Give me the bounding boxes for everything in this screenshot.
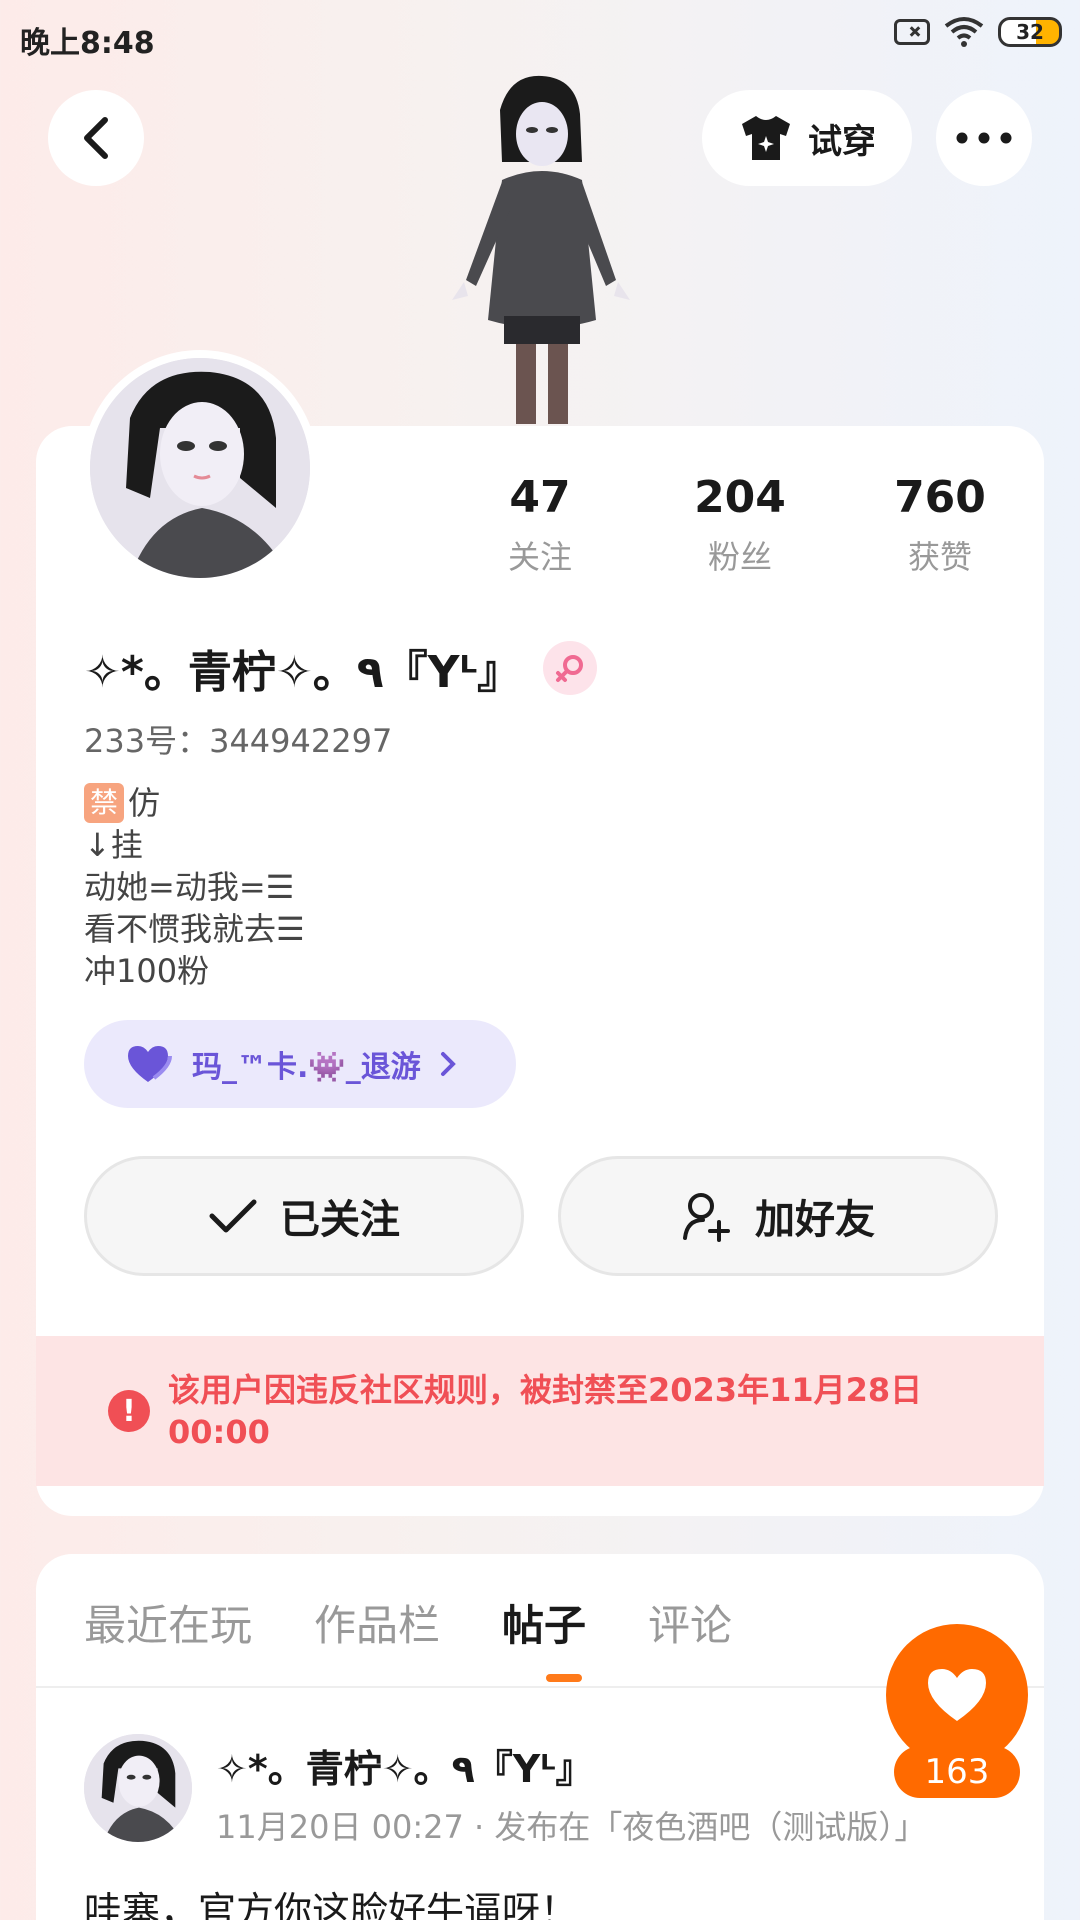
add-friend-label: 加好友 [755, 1197, 875, 1243]
post-text[interactable]: 哇塞，官方你这脸好牛逼呀！ [84, 1880, 578, 1920]
stat-label: 获赞 [907, 538, 972, 576]
like-button[interactable] [886, 1624, 1028, 1766]
stat-value: 760 [894, 472, 986, 523]
avatar-image [90, 358, 310, 578]
try-on-button[interactable]: 试穿 [702, 90, 912, 186]
post-author-avatar[interactable] [84, 1734, 192, 1842]
stat-label: 粉丝 [707, 538, 772, 576]
tshirt-icon [742, 116, 790, 160]
wifi-icon [944, 17, 984, 47]
profile-stats: 47 关注 204 粉丝 760 获赞 [440, 470, 1040, 578]
profile-tabs: 最近在玩 作品栏 帖子 评论 [84, 1592, 732, 1653]
nickname-row: ✧*。青柠✧。٩『Yᴸ』 [84, 636, 598, 700]
heart-icon [928, 1669, 986, 1721]
more-dots-icon [956, 132, 1012, 144]
profile-avatar[interactable] [82, 350, 318, 586]
ban-notice-text: 该用户因违反社区规则，被封禁至2023年11月28日 00:00 [168, 1371, 923, 1451]
add-friend-button[interactable]: 加好友 [558, 1156, 998, 1276]
tab-recently-played[interactable]: 最近在玩 [84, 1592, 252, 1653]
heart-icon [128, 1046, 172, 1082]
tab-works[interactable]: 作品栏 [314, 1592, 440, 1653]
tab-comments[interactable]: 评论 [648, 1592, 732, 1653]
nickname: ✧*。青柠✧。٩『Yᴸ』 [84, 647, 522, 698]
profile-bio: 禁 仿 ↓挂 动她=动我=☰ 看不惯我就去☰ 冲100粉 [84, 782, 305, 992]
followed-button[interactable]: 已关注 [84, 1156, 524, 1276]
ban-notice: ! 该用户因违反社区规则，被封禁至2023年11月28日 00:00 [36, 1336, 1044, 1486]
try-on-label: 试穿 [808, 121, 876, 162]
guild-name: 玛_™卡.👾_退游 [192, 1050, 421, 1085]
ban-emoji-tag: 禁 [84, 783, 124, 823]
chevron-right-icon [440, 1052, 456, 1076]
chevron-left-icon [84, 117, 108, 159]
stat-followers[interactable]: 204 粉丝 [640, 470, 840, 578]
female-gender-icon [543, 641, 598, 695]
posts-card: 最近在玩 作品栏 帖子 评论 ✧*。青柠✧。٩『Yᴸ』 11月20日 00:27… [36, 1554, 1044, 1920]
stat-label: 关注 [507, 538, 572, 576]
bio-line: 动她=动我=☰ [84, 868, 295, 906]
status-time: 晚上8:48 [20, 26, 155, 61]
avatar-image [84, 1734, 192, 1842]
bio-line: 冲100粉 [84, 952, 210, 990]
user-id: 233号：344942297 [84, 722, 393, 760]
check-icon [209, 1199, 257, 1233]
bio-line: 看不惯我就去☰ [84, 910, 305, 948]
stat-following[interactable]: 47 关注 [440, 470, 640, 578]
status-icons: 32 [894, 16, 1062, 48]
bio-line: 禁 仿 [84, 782, 305, 824]
followed-label: 已关注 [280, 1197, 400, 1243]
active-tab-indicator [546, 1674, 582, 1682]
guild-link[interactable]: 玛_™卡.👾_退游 [84, 1020, 516, 1108]
like-count: 163 [894, 1746, 1020, 1798]
more-button[interactable] [936, 90, 1032, 186]
warning-icon: ! [108, 1390, 150, 1432]
add-user-icon [683, 1193, 730, 1242]
post-meta: 11月20日 00:27 · 发布在「夜色酒吧（测试版）」 [216, 1808, 927, 1846]
avatar-figure [452, 75, 630, 424]
back-button[interactable] [48, 90, 144, 186]
post-author-name[interactable]: ✧*。青柠✧。٩『Yᴸ』 [216, 1738, 594, 1793]
stat-value: 47 [509, 472, 571, 523]
stat-likes[interactable]: 760 获赞 [840, 470, 1040, 578]
battery-indicator: 32 [998, 17, 1062, 47]
no-sim-icon [894, 19, 930, 45]
status-bar: 晚上8:48 32 [0, 0, 1080, 72]
tab-posts[interactable]: 帖子 [502, 1592, 586, 1653]
bio-line: ↓挂 [84, 826, 143, 864]
stat-value: 204 [694, 472, 786, 523]
